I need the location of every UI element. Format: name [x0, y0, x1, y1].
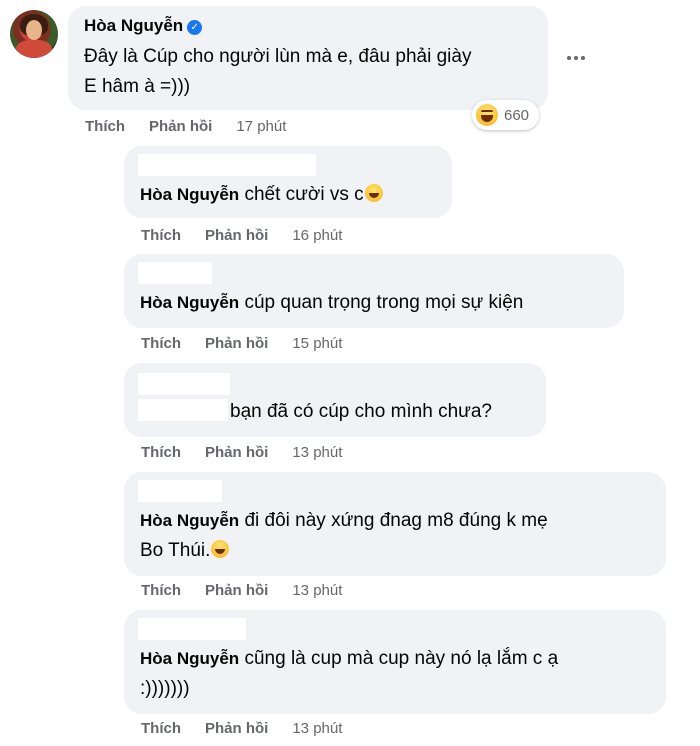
reply-actions: Thích Phản hồi 13 phút [141, 582, 342, 599]
reply-timestamp[interactable]: 16 phút [292, 227, 342, 244]
reply-text: cúp quan trọng trong mọi sự kiện [244, 292, 524, 313]
reply-timestamp[interactable]: 13 phút [292, 444, 342, 461]
reply-actions: Thích Phản hồi 16 phút [141, 227, 342, 244]
mention-author[interactable]: Hòa Nguyễn [140, 185, 239, 204]
redacted-name [138, 262, 212, 284]
reply-bubble: Hòa Nguyễn chết cười vs c [124, 146, 452, 218]
reply-button[interactable]: Phản hồi [205, 444, 268, 461]
redacted-name [138, 480, 222, 502]
rofl-emoji-icon [211, 540, 230, 558]
laugh-tears-emoji-icon [364, 184, 383, 202]
reply-bubble: Hòa Nguyễn đi đôi này xứng đnag m8 đúng … [124, 472, 666, 576]
reply-timestamp[interactable]: 13 phút [292, 582, 342, 599]
reply-bubble: bạn đã có cúp cho mình chưa? [124, 363, 546, 437]
reply-text-line-1: đi đôi này xứng đnag m8 đúng k mẹ [244, 510, 548, 531]
reaction-summary[interactable]: 660 [472, 100, 540, 130]
reply-button[interactable]: Phản hồi [205, 335, 268, 352]
comment-text-line-1: Đây là Cúp cho người lùn mà e, đâu phải … [84, 46, 472, 67]
reply-timestamp[interactable]: 13 phút [292, 720, 342, 737]
main-comment-actions: Thích Phản hồi 17 phút [85, 118, 286, 135]
like-button[interactable]: Thích [141, 720, 181, 737]
reply-text: chết cười vs c [244, 184, 364, 205]
like-button[interactable]: Thích [141, 227, 181, 244]
mention-author[interactable]: Hòa Nguyễn [140, 293, 239, 312]
comment-author[interactable]: Hòa Nguyễn [84, 16, 183, 35]
like-button[interactable]: Thích [141, 444, 181, 461]
comment-text-line-2: E hâm à =))) [84, 76, 191, 97]
reply-button[interactable]: Phản hồi [205, 227, 268, 244]
redacted-mention [138, 399, 228, 421]
reply-button[interactable]: Phản hồi [205, 582, 268, 599]
mention-author[interactable]: Hòa Nguyễn [140, 511, 239, 530]
reply-bubble: Hòa Nguyễn cũng là cup mà cup này nó lạ … [124, 610, 666, 714]
reply-text: bạn đã có cúp cho mình chưa? [230, 401, 493, 422]
reply-text-line-1: cũng là cup mà cup này nó lạ lắm c ạ [244, 648, 559, 669]
reaction-count: 660 [504, 106, 530, 124]
reply-actions: Thích Phản hồi 13 phút [141, 444, 342, 461]
comment-timestamp[interactable]: 17 phút [236, 118, 286, 135]
avatar-face [26, 20, 42, 40]
avatar[interactable] [10, 10, 58, 58]
reply-timestamp[interactable]: 15 phút [292, 335, 342, 352]
haha-emoji-icon [476, 104, 498, 126]
avatar-shirt [16, 40, 52, 58]
reply-actions: Thích Phản hồi 15 phút [141, 335, 342, 352]
reply-text-line-2: :))))))) [140, 678, 190, 699]
redacted-name [138, 373, 230, 395]
reply-bubble: Hòa Nguyễn cúp quan trọng trong mọi sự k… [124, 254, 624, 328]
main-comment-bubble: Hòa Nguyễn ✓ Đây là Cúp cho người lùn mà … [68, 6, 548, 110]
verified-badge-icon: ✓ [187, 20, 203, 35]
like-button[interactable]: Thích [85, 118, 125, 135]
reply-text-line-2: Bo Thúi. [140, 540, 211, 561]
redacted-name [138, 618, 246, 640]
more-options-icon[interactable] [563, 48, 589, 68]
like-button[interactable]: Thích [141, 582, 181, 599]
reply-actions: Thích Phản hồi 13 phút [141, 720, 342, 737]
mention-author[interactable]: Hòa Nguyễn [140, 649, 239, 668]
reply-button[interactable]: Phản hồi [149, 118, 212, 135]
reply-button[interactable]: Phản hồi [205, 720, 268, 737]
redacted-name [138, 154, 316, 176]
like-button[interactable]: Thích [141, 335, 181, 352]
